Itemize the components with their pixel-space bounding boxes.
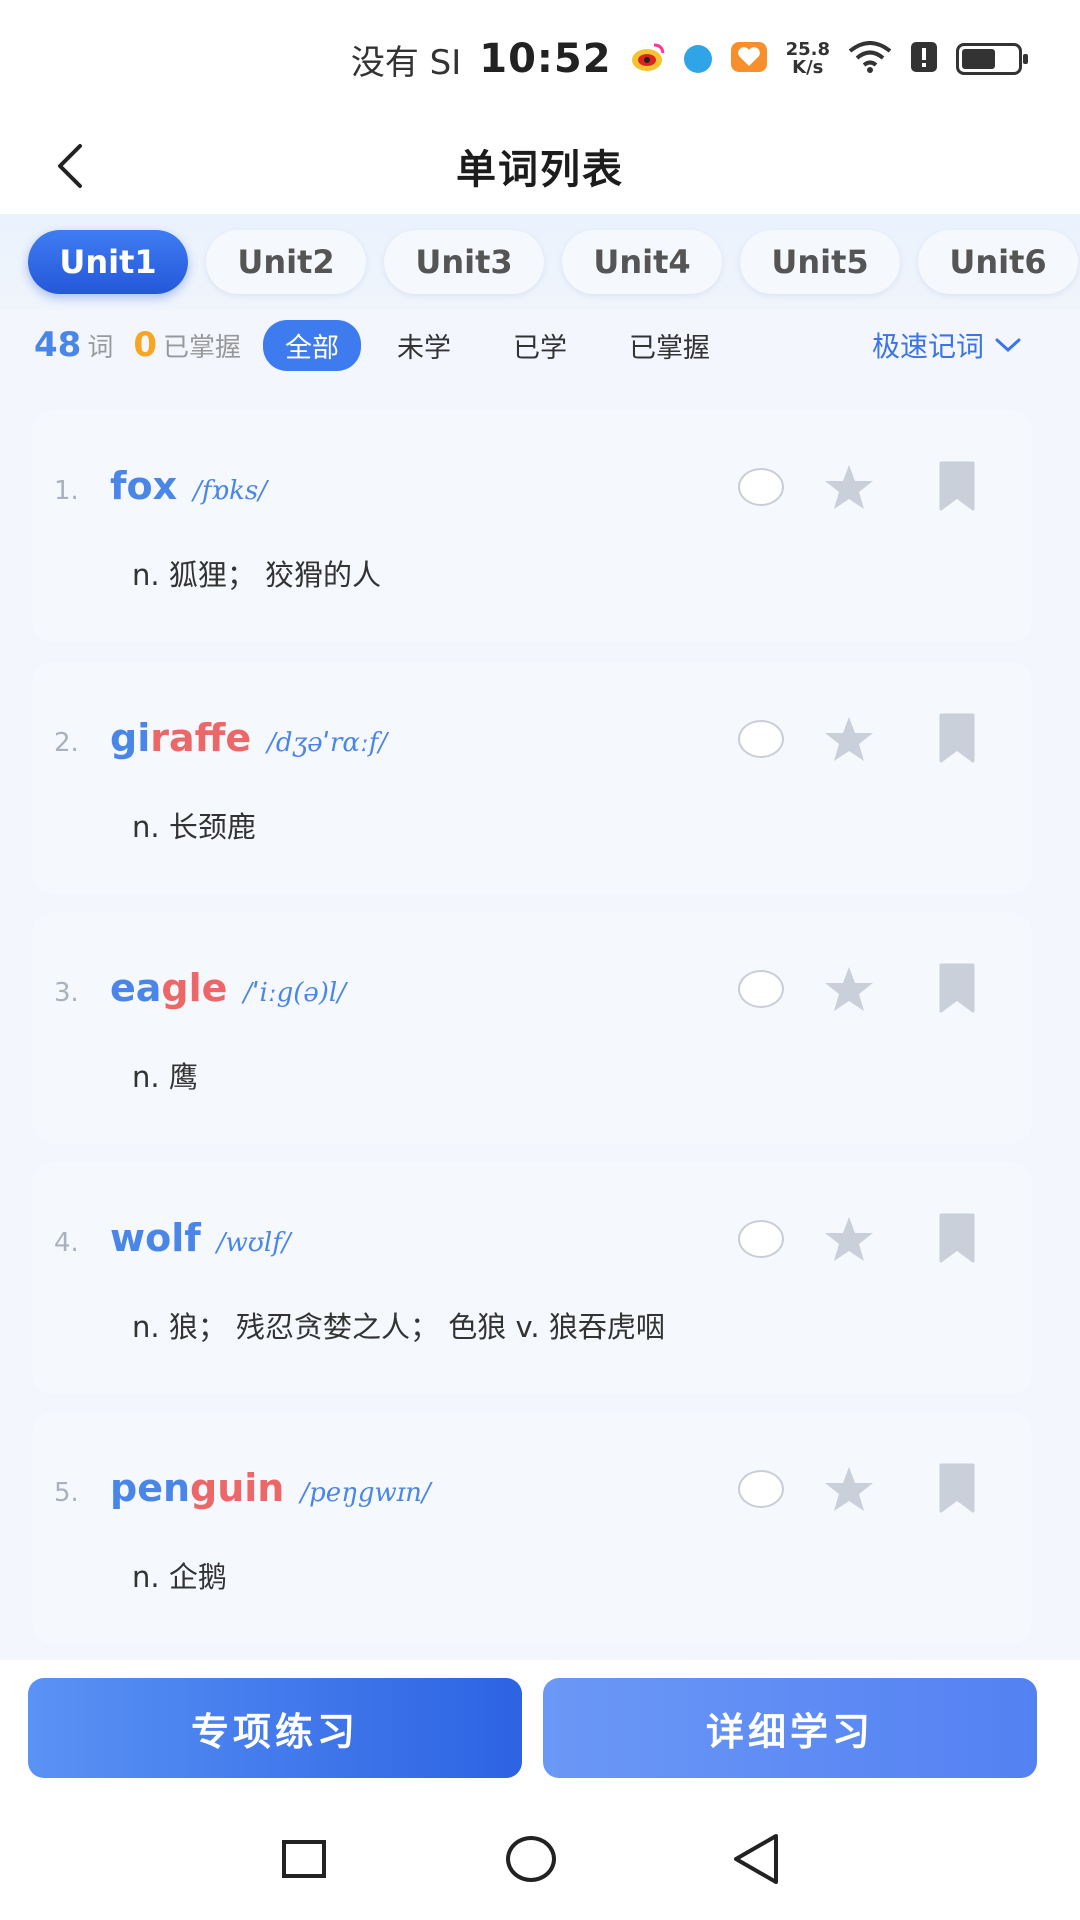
word-part: gi [110, 716, 151, 760]
tab-unit4[interactable]: Unit4 [562, 230, 722, 294]
word-part: wolf [110, 1216, 201, 1260]
page-title: 单词列表 [456, 147, 624, 193]
filter-learned[interactable]: 已学 [491, 320, 589, 371]
battery-level [962, 49, 995, 69]
tab-unit6[interactable]: Unit6 [918, 230, 1078, 294]
word-count-label: 词 [87, 332, 114, 363]
word-highlight-part: gle [161, 966, 228, 1010]
status-time: 10:52 [479, 36, 612, 82]
bottom-action-bar: 专项练习 详细学习 [0, 1660, 1080, 1810]
star-icon[interactable] [822, 1464, 876, 1514]
browser-icon [683, 45, 712, 73]
word-card[interactable]: 5. penguin /peŋgwɪn/ n. 企鹅 [32, 1412, 1032, 1644]
star-icon[interactable] [822, 1214, 876, 1264]
word-phonetic: /wʊlf/ [216, 1228, 291, 1258]
star-icon[interactable] [822, 964, 876, 1014]
word-card[interactable]: 4. wolf /wʊlf/ n. 狼； 残忍贪婪之人； 色狼 v. 狼吞虎咽 [32, 1162, 1032, 1394]
star-icon[interactable] [822, 462, 876, 512]
top-app-bar: 单词列表 [0, 118, 1080, 214]
word-highlight-part: guin [190, 1466, 285, 1510]
chevron-down-icon [995, 338, 1021, 353]
word-card[interactable]: 1. fox /fɒks/ n. 狐狸； 狡猾的人 [32, 410, 1032, 642]
filter-unlearned[interactable]: 未学 [375, 320, 473, 371]
filter-mastered[interactable]: 已掌握 [607, 320, 732, 371]
back-triangle-icon[interactable] [730, 1832, 782, 1886]
wifi-icon [848, 41, 892, 77]
word-meaning: n. 鹰 [132, 1060, 198, 1094]
tab-unit2[interactable]: Unit2 [206, 230, 366, 294]
net-speed-unit: K/s [792, 57, 824, 78]
chevron-left-icon [58, 144, 82, 188]
battery-icon [956, 43, 1028, 75]
mark-mastered-toggle[interactable] [738, 1220, 784, 1258]
bookmark-icon[interactable] [938, 962, 976, 1014]
net-speed: 25.8 K/s [786, 41, 830, 77]
word-highlight-part: raffe [150, 716, 252, 760]
mark-mastered-toggle[interactable] [738, 970, 784, 1008]
speed-mode-label: 极速记词 [871, 330, 984, 363]
word-phonetic: /peŋgwɪn/ [300, 1478, 431, 1508]
word-part: fox [110, 464, 178, 508]
word-meaning: n. 狼； 残忍贪婪之人； 色狼 v. 狼吞虎咽 [132, 1310, 665, 1344]
word-phonetic: /ˈiːg(ə)l/ [243, 978, 346, 1008]
alert-icon [910, 41, 938, 77]
mastered-count: 0 [133, 325, 158, 365]
word-phonetic: /fɒks/ [193, 476, 267, 506]
filter-all[interactable]: 全部 [263, 319, 362, 371]
bookmark-icon[interactable] [938, 1462, 976, 1514]
tab-unit3[interactable]: Unit3 [384, 230, 544, 294]
word-text[interactable]: eagle [110, 966, 227, 1010]
unit-tab-bar: Unit1 Unit2 Unit3 Unit4 Unit5 Unit6 [0, 214, 1080, 310]
word-index: 3. [54, 978, 79, 1008]
word-meaning: n. 企鹅 [132, 1560, 227, 1594]
word-part: pen [110, 1466, 191, 1510]
word-phonetic: /dʒəˈrɑːf/ [267, 728, 388, 758]
mastered-count-label: 已掌握 [163, 332, 242, 363]
detailed-study-button[interactable]: 详细学习 [543, 1678, 1037, 1778]
carrier-label: 没有 SI [350, 42, 462, 83]
bookmark-icon[interactable] [938, 712, 976, 764]
home-icon[interactable] [506, 1836, 556, 1882]
tab-unit5[interactable]: Unit5 [740, 230, 900, 294]
mark-mastered-toggle[interactable] [738, 720, 784, 758]
word-index: 1. [54, 476, 79, 506]
word-text[interactable]: wolf [110, 1216, 201, 1260]
filter-row: 48 词 0 已掌握 全部 未学 已学 已掌握 极速记词 [0, 310, 1080, 380]
star-icon[interactable] [822, 714, 876, 764]
health-app-icon [730, 41, 768, 77]
word-index: 4. [54, 1228, 79, 1258]
word-text[interactable]: penguin [110, 1466, 284, 1510]
word-text[interactable]: giraffe [110, 716, 251, 760]
word-text[interactable]: fox [110, 464, 177, 508]
word-index: 2. [54, 728, 79, 758]
word-index: 5. [54, 1478, 79, 1508]
system-nav-bar [0, 1810, 1080, 1920]
bookmark-icon[interactable] [938, 460, 976, 512]
word-card[interactable]: 2. giraffe /dʒəˈrɑːf/ n. 长颈鹿 [32, 662, 1032, 894]
mark-mastered-toggle[interactable] [738, 1470, 784, 1508]
word-count: 48 [34, 325, 82, 365]
recent-apps-icon[interactable] [282, 1840, 326, 1878]
practice-button[interactable]: 专项练习 [28, 1678, 522, 1778]
word-meaning: n. 狐狸； 狡猾的人 [132, 558, 382, 592]
word-card[interactable]: 3. eagle /ˈiːg(ə)l/ n. 鹰 [32, 912, 1032, 1144]
word-meaning: n. 长颈鹿 [132, 810, 256, 844]
back-button[interactable] [40, 136, 100, 196]
status-bar: 没有 SI 10:52 25.8 K/s [0, 0, 1080, 118]
weibo-icon [630, 41, 666, 77]
word-part: ea [110, 966, 162, 1010]
speed-mode-dropdown[interactable]: 极速记词 [872, 325, 1022, 365]
tab-unit1[interactable]: Unit1 [28, 230, 188, 294]
bookmark-icon[interactable] [938, 1212, 976, 1264]
mark-mastered-toggle[interactable] [738, 468, 784, 506]
